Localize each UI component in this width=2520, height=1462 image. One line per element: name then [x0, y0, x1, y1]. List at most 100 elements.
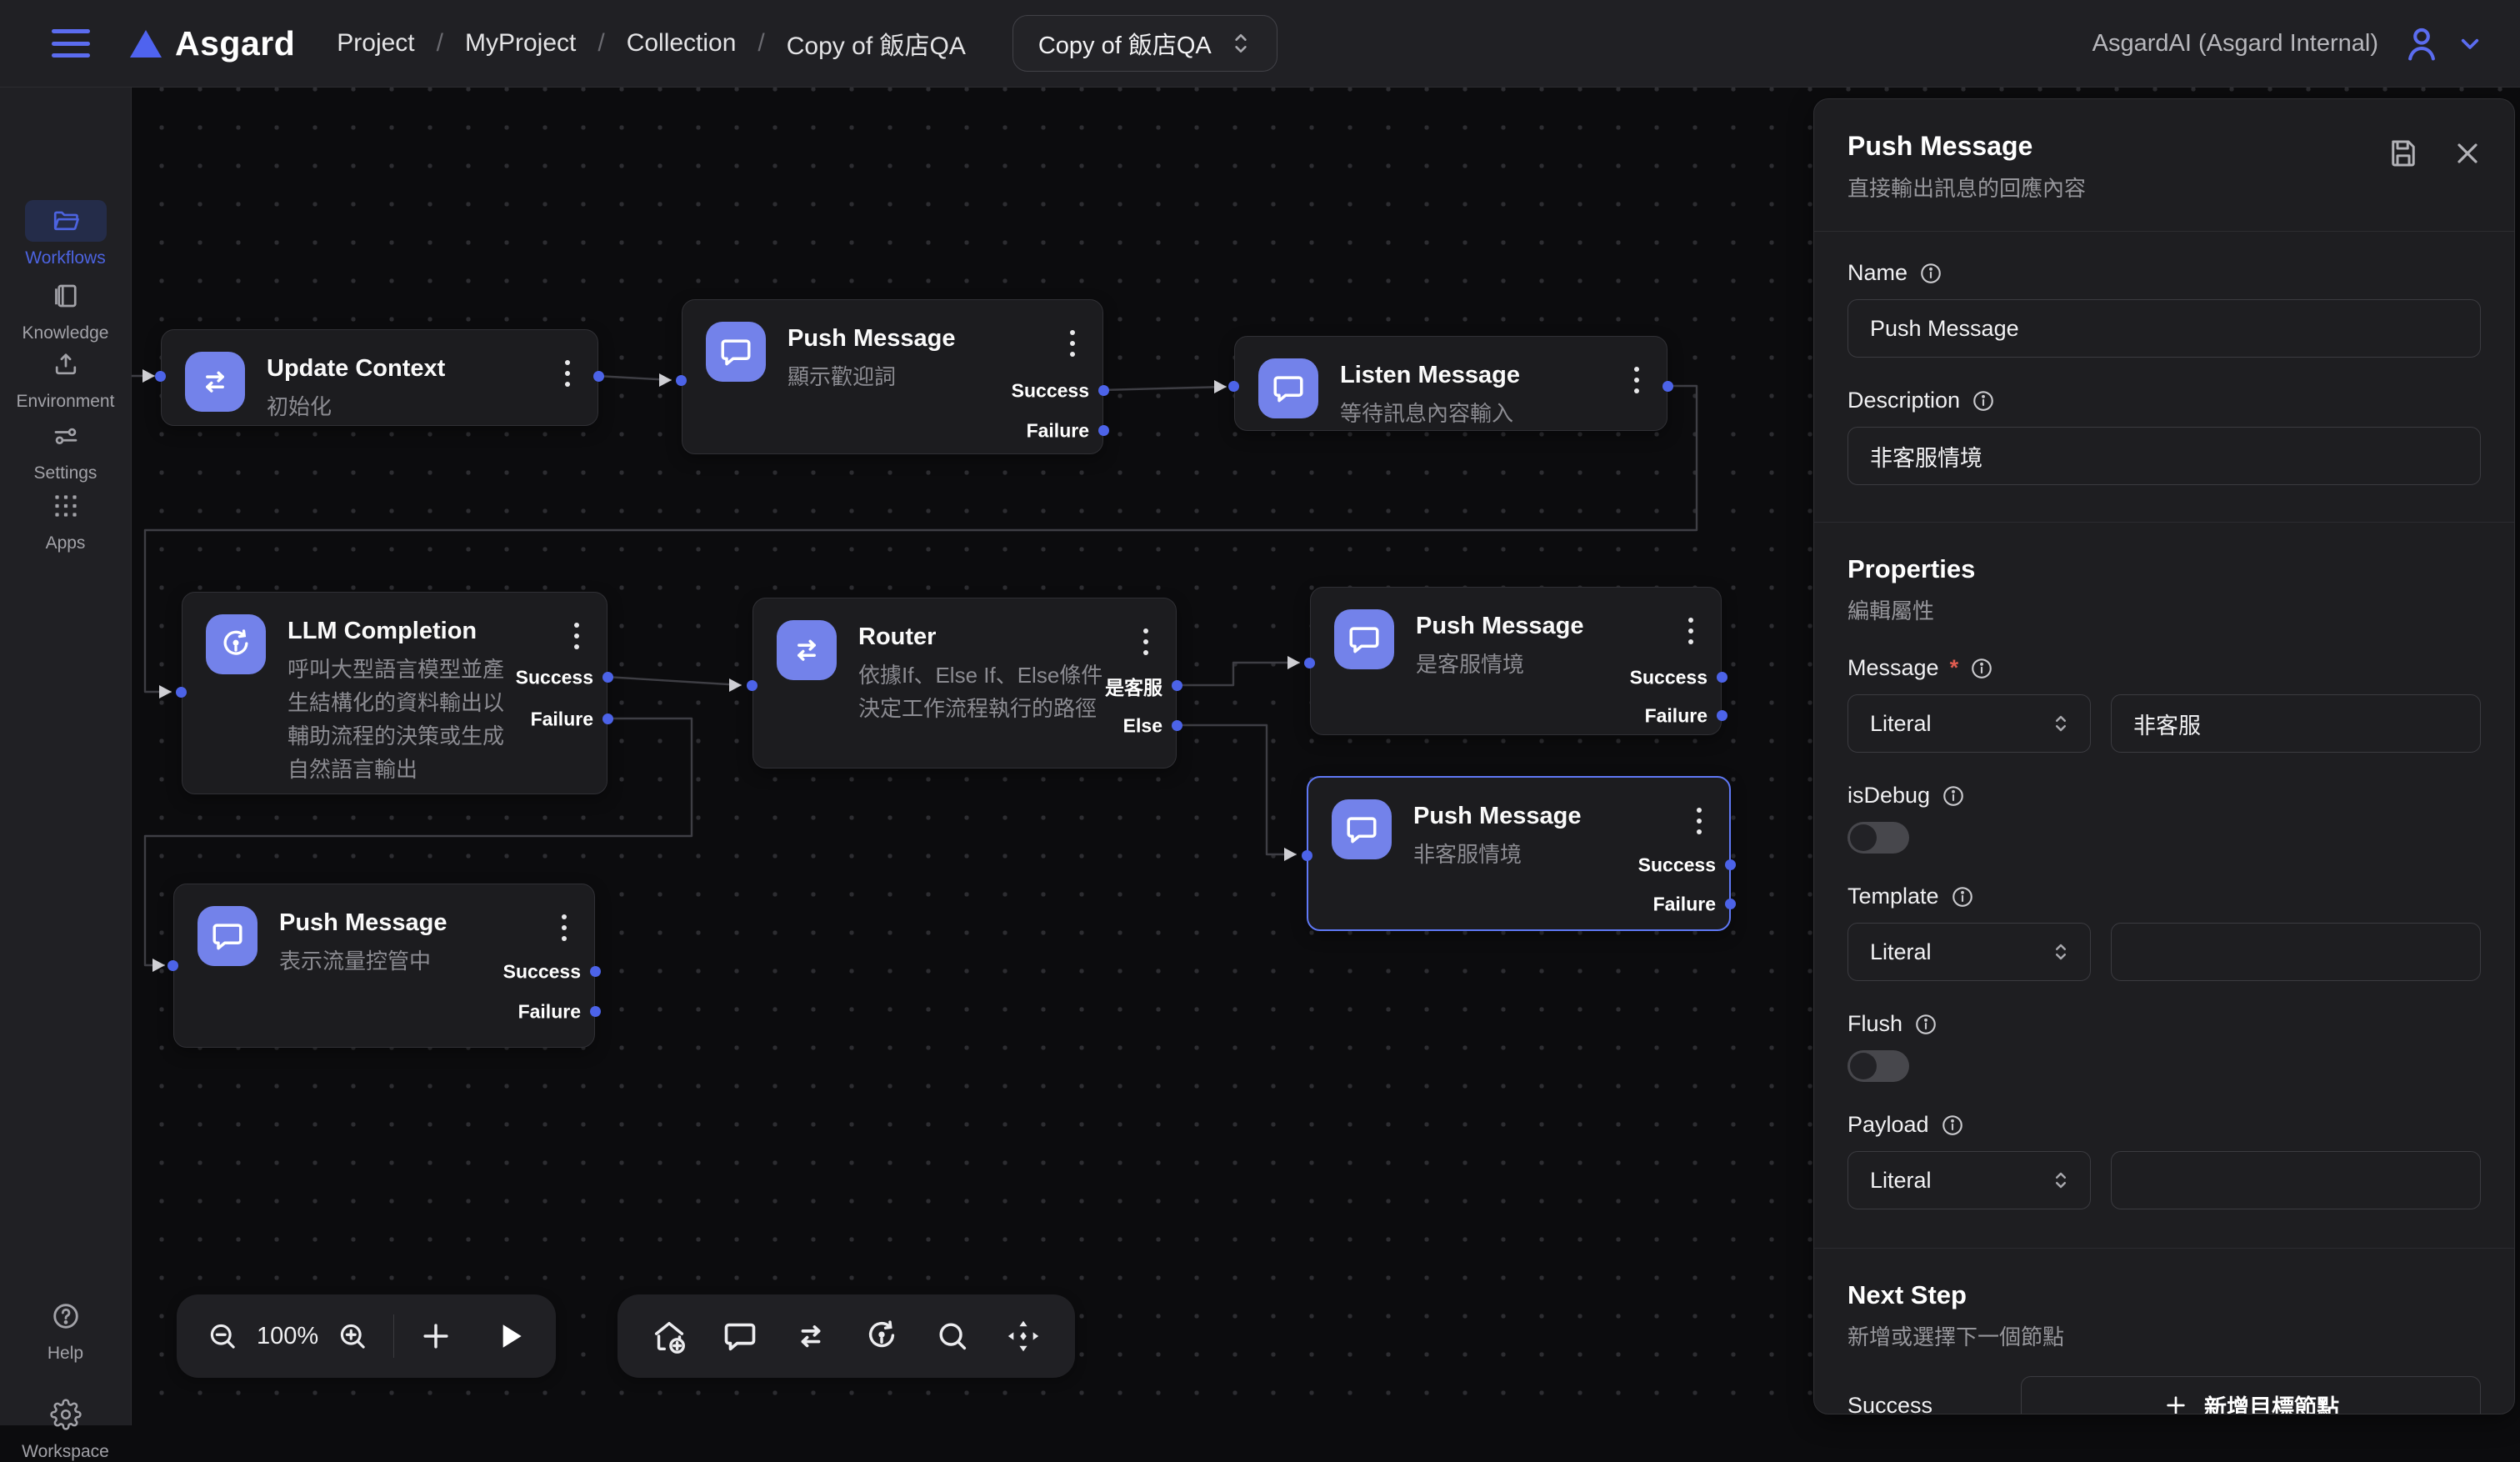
sidebar-item-apps[interactable]: Apps	[0, 485, 131, 553]
payload-value-input[interactable]	[2111, 1151, 2481, 1209]
isdebug-field-label: isDebug	[1848, 783, 2481, 809]
info-icon	[1940, 1113, 1965, 1138]
next-step-section-subtitle: 新增或選擇下一個節點	[1848, 1320, 2481, 1351]
output-port-failure[interactable]	[1717, 710, 1728, 721]
output-port-success[interactable]	[602, 672, 613, 683]
updown-chevrons-icon	[1230, 29, 1252, 58]
breadcrumb: Project/MyProject/Collection/Copy of 飯店Q…	[337, 25, 966, 62]
workflow-node-push-message-noncs[interactable]: Push Message非客服情境SuccessFailure	[1307, 776, 1731, 931]
output-port-label: Failure	[531, 708, 593, 731]
sidebar-item-settings[interactable]: Settings	[0, 415, 131, 483]
flush-field-label: Flush	[1848, 1011, 2481, 1037]
swap-arrows-tool-icon[interactable]	[792, 1317, 830, 1355]
output-port-label: Failure	[1027, 420, 1089, 443]
add-node-icon[interactable]	[650, 1317, 688, 1355]
output-port-是客服[interactable]	[1172, 680, 1182, 691]
run-button[interactable]	[491, 1318, 528, 1354]
name-input[interactable]: Push Message	[1848, 299, 2481, 358]
output-port-success[interactable]	[1725, 859, 1736, 870]
kebab-menu-icon[interactable]	[561, 360, 574, 423]
node-subtitle: 是客服情境	[1416, 648, 1662, 681]
workflow-node-update-context[interactable]: Update Context初始化	[161, 329, 598, 426]
output-port-failure[interactable]	[590, 1006, 601, 1017]
zoom-out-button[interactable]	[205, 1319, 240, 1354]
sidebar-item-help[interactable]: Help	[0, 1295, 131, 1364]
sidebar-item-label: Workflows	[25, 248, 105, 268]
isdebug-toggle[interactable]	[1848, 822, 1909, 854]
breadcrumb-item[interactable]: Copy of 飯店QA	[787, 25, 966, 62]
sidebar-item-label: Help	[48, 1344, 83, 1364]
output-port-failure[interactable]	[602, 713, 613, 724]
search-tool-icon[interactable]	[933, 1317, 972, 1355]
workflow-selector[interactable]: Copy of 飯店QA	[1012, 15, 1278, 72]
zoom-in-button[interactable]	[335, 1319, 370, 1354]
workflow-node-llm-completion[interactable]: LLM Completion呼叫大型語言模型並產生結構化的資料輸出以輔助流程的決…	[182, 592, 608, 794]
input-port[interactable]	[1302, 850, 1312, 861]
node-title: Router	[858, 622, 1118, 652]
message-tool-icon[interactable]	[721, 1317, 759, 1355]
breadcrumb-separator: /	[598, 29, 604, 58]
breadcrumb-item[interactable]: MyProject	[465, 29, 576, 58]
output-port-failure[interactable]	[1098, 425, 1109, 436]
help-icon	[50, 1300, 82, 1332]
input-port[interactable]	[155, 371, 166, 382]
swap-arrows-icon	[185, 352, 245, 412]
breadcrumb-item[interactable]: Project	[337, 29, 414, 58]
sidebar-item-environment[interactable]: Environment	[0, 343, 131, 412]
user-icon[interactable]	[2400, 22, 2443, 65]
workflow-node-push-message-welcome[interactable]: Push Message顯示歡迎詞SuccessFailure	[682, 299, 1103, 454]
hamburger-menu-icon[interactable]	[52, 29, 90, 58]
output-port[interactable]	[593, 371, 604, 382]
info-icon	[1969, 656, 1994, 681]
input-port[interactable]	[168, 960, 178, 971]
output-port-success[interactable]	[590, 966, 601, 977]
panel-subtitle: 直接輸出訊息的回應內容	[1848, 172, 2481, 203]
output-port-failure[interactable]	[1725, 899, 1736, 909]
description-field-label: Description	[1848, 388, 2481, 413]
output-port-success[interactable]	[1717, 672, 1728, 683]
workflow-node-push-message-throttle[interactable]: Push Message表示流量控管中SuccessFailure	[173, 884, 595, 1048]
input-port[interactable]	[1304, 658, 1315, 668]
grid-icon	[51, 491, 81, 521]
info-icon	[1918, 261, 1943, 286]
add-button[interactable]	[418, 1318, 454, 1354]
input-port[interactable]	[176, 687, 187, 698]
success-add-target-button[interactable]: 新增目標節點	[2021, 1376, 2481, 1414]
workflow-node-push-message-cs[interactable]: Push Message是客服情境SuccessFailure	[1310, 587, 1722, 735]
sidebar-item-workflows[interactable]: Workflows	[0, 200, 131, 268]
kebab-menu-icon[interactable]	[1630, 367, 1643, 430]
node-subtitle: 呼叫大型語言模型並產生結構化的資料輸出以輔助流程的決策或生成自然語言輸出	[288, 653, 511, 786]
close-icon[interactable]	[2451, 136, 2484, 171]
workflow-node-router[interactable]: Router依據If、Else If、Else條件決定工作流程執行的路徑是客服E…	[752, 598, 1177, 769]
sidebar-item-knowledge[interactable]: Knowledge	[0, 275, 131, 343]
input-port[interactable]	[747, 680, 758, 691]
kebab-menu-icon[interactable]	[570, 623, 583, 786]
message-icon	[198, 906, 258, 966]
llm-tool-icon[interactable]	[862, 1317, 901, 1355]
output-port-label: Failure	[1645, 705, 1708, 728]
input-port[interactable]	[676, 375, 687, 386]
output-port-else[interactable]	[1172, 720, 1182, 731]
flush-toggle[interactable]	[1848, 1050, 1909, 1082]
template-mode-select[interactable]: Literal	[1848, 923, 2091, 981]
breadcrumb-item[interactable]: Collection	[627, 29, 737, 58]
sliders-icon	[51, 421, 81, 451]
template-value-input[interactable]	[2111, 923, 2481, 981]
sidebar-item-workspace[interactable]: Workspace	[0, 1394, 131, 1462]
zoom-toolbar: 100%	[177, 1294, 556, 1378]
move-tool-icon[interactable]	[1004, 1317, 1042, 1355]
save-icon[interactable]	[2386, 136, 2421, 171]
payload-mode-select[interactable]: Literal	[1848, 1151, 2091, 1209]
chevron-down-icon[interactable]	[2453, 27, 2487, 60]
message-value-input[interactable]: 非客服	[2111, 694, 2481, 753]
info-icon	[1971, 388, 1996, 413]
template-field-label: Template	[1848, 884, 2481, 909]
output-port[interactable]	[1662, 381, 1673, 392]
input-port[interactable]	[1228, 381, 1239, 392]
message-mode-select[interactable]: Literal	[1848, 694, 2091, 753]
workflow-node-listen-message[interactable]: Listen Message等待訊息內容輸入	[1234, 336, 1668, 431]
description-input[interactable]: 非客服情境	[1848, 427, 2481, 485]
node-subtitle: 等待訊息內容輸入	[1340, 397, 1608, 430]
asgard-logo[interactable]: Asgard	[130, 24, 295, 63]
output-port-success[interactable]	[1098, 385, 1109, 396]
